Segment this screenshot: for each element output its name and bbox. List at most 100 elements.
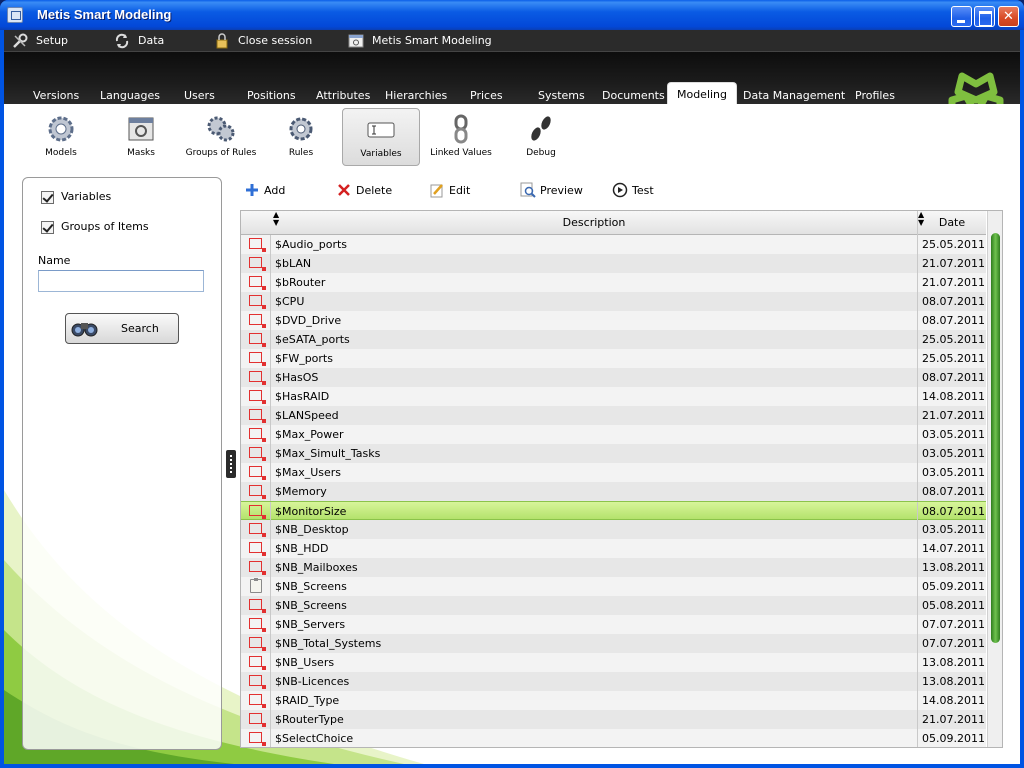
tab-modeling[interactable]: Modeling	[667, 82, 737, 104]
variable-icon	[249, 295, 266, 309]
table-row[interactable]: $NB_Desktop 03.05.2011	[241, 520, 986, 539]
table-row[interactable]: $FW_ports 25.05.2011	[241, 349, 986, 368]
row-description: $HasRAID	[275, 390, 330, 403]
panel-splitter-handle[interactable]	[226, 450, 236, 478]
row-description: $NB_Mailboxes	[275, 561, 358, 574]
table-row[interactable]: $CPU 08.07.2011	[241, 292, 986, 311]
preview-button[interactable]: Preview	[520, 181, 583, 199]
tab-systems[interactable]: Systems	[538, 88, 585, 104]
table-row[interactable]: $NB_Screens 05.08.2011	[241, 596, 986, 615]
table-row[interactable]: $bLAN 21.07.2011	[241, 254, 986, 273]
ribbon-variables-button[interactable]: Variables	[342, 108, 420, 166]
add-button[interactable]: Add	[244, 181, 285, 199]
table-row[interactable]: $NB_Screens 05.09.2011	[241, 577, 986, 596]
table-row[interactable]: $Max_Users 03.05.2011	[241, 463, 986, 482]
tab-prices[interactable]: Prices	[470, 88, 503, 104]
tab-profiles[interactable]: Profiles	[855, 88, 895, 104]
clipboard-icon	[250, 578, 262, 593]
table-row[interactable]: $NB_Mailboxes 13.08.2011	[241, 558, 986, 577]
row-type-cell	[241, 653, 271, 672]
tab-hierarchies[interactable]: Hierarchies	[385, 88, 447, 104]
search-button[interactable]: Search	[65, 313, 179, 344]
variables-checkbox[interactable]	[41, 191, 54, 204]
name-input[interactable]	[38, 270, 204, 292]
tab-documents[interactable]: Documents	[602, 88, 665, 104]
table-row[interactable]: $HasRAID 14.08.2011	[241, 387, 986, 406]
row-type-cell	[241, 672, 271, 691]
column-header-description[interactable]: Description	[271, 211, 917, 235]
row-type-cell	[241, 634, 271, 653]
table-row[interactable]: $DVD_Drive 08.07.2011	[241, 311, 986, 330]
tab-versions[interactable]: Versions	[33, 88, 79, 104]
row-type-cell	[241, 729, 271, 747]
variable-icon	[249, 505, 266, 519]
table-row[interactable]: $NB_Servers 07.07.2011	[241, 615, 986, 634]
mask-icon	[128, 117, 154, 141]
scrollbar-thumb[interactable]	[991, 233, 1000, 643]
variable-icon	[249, 599, 266, 613]
row-description: $Max_Power	[275, 428, 344, 441]
ribbon-models-button[interactable]: Models	[22, 108, 100, 166]
tab-users[interactable]: Users	[184, 88, 215, 104]
table-row[interactable]: $NB_Total_Systems 07.07.2011	[241, 634, 986, 653]
table-row[interactable]: $SelectChoice 05.09.2011	[241, 729, 986, 747]
tab-attributes[interactable]: Attributes	[316, 88, 370, 104]
tab-languages[interactable]: Languages	[100, 88, 160, 104]
tab-positions[interactable]: Positions	[247, 88, 296, 104]
table-row[interactable]: $NB_Users 13.08.2011	[241, 653, 986, 672]
table-row[interactable]: $bRouter 21.07.2011	[241, 273, 986, 292]
preview-magnifier-icon	[520, 182, 536, 198]
close-button[interactable]: ✕	[998, 6, 1019, 27]
table-row[interactable]: $RAID_Type 14.08.2011	[241, 691, 986, 710]
menu-metis[interactable]: Metis Smart Modeling	[348, 30, 492, 52]
minimize-button[interactable]	[951, 6, 972, 27]
table-row[interactable]: $NB-Licences 13.08.2011	[241, 672, 986, 691]
column-header-date[interactable]: Date	[917, 211, 986, 235]
edit-button-label: Edit	[449, 183, 471, 197]
delete-button[interactable]: Delete	[336, 181, 392, 199]
row-date: 08.07.2011	[917, 368, 986, 387]
table-row[interactable]: $Max_Simult_Tasks 03.05.2011	[241, 444, 986, 463]
module-tab-bar: Versions Languages Users Positions Attri…	[4, 52, 1020, 126]
table-row[interactable]: $HasOS 08.07.2011	[241, 368, 986, 387]
menu-close-session-label: Close session	[238, 34, 313, 47]
menu-data[interactable]: Data	[114, 30, 164, 52]
tab-data-management[interactable]: Data Management	[743, 88, 845, 104]
variable-icon	[249, 314, 266, 328]
groups-of-items-checkbox[interactable]	[41, 221, 54, 234]
app-icon[interactable]	[7, 7, 23, 23]
table-row[interactable]: $MonitorSize 08.07.2011	[241, 501, 986, 521]
variable-icon	[249, 485, 266, 499]
row-description: $Max_Users	[275, 466, 342, 479]
row-description: $NB_Total_Systems	[275, 637, 382, 650]
edit-button[interactable]: Edit	[429, 181, 470, 199]
variable-icon	[249, 238, 266, 252]
row-date: 13.08.2011	[917, 672, 986, 691]
menu-close-session[interactable]: Close session	[214, 30, 312, 52]
row-type-cell	[241, 444, 271, 463]
title-bar[interactable]: Metis Smart Modeling ✕	[0, 0, 1024, 30]
ribbon-rules-button[interactable]: Rules	[262, 108, 340, 166]
variable-icon	[249, 371, 266, 385]
table-row[interactable]: $RouterType 21.07.2011	[241, 710, 986, 729]
ribbon-linked-values-button[interactable]: Linked Values	[422, 108, 500, 166]
vertical-scrollbar[interactable]	[987, 211, 1002, 747]
maximize-button[interactable]	[974, 6, 995, 27]
variable-icon	[249, 542, 266, 556]
table-row[interactable]: $Audio_ports 25.05.2011	[241, 235, 986, 254]
row-type-cell	[241, 330, 271, 349]
row-type-cell	[241, 425, 271, 444]
table-row[interactable]: $NB_HDD 14.07.2011	[241, 539, 986, 558]
row-date: 05.09.2011	[917, 729, 986, 747]
table-row[interactable]: $Max_Power 03.05.2011	[241, 425, 986, 444]
table-row[interactable]: $LANSpeed 21.07.2011	[241, 406, 986, 425]
menu-metis-label: Metis Smart Modeling	[372, 34, 492, 47]
table-row[interactable]: $eSATA_ports 25.05.2011	[241, 330, 986, 349]
menu-setup[interactable]: Setup	[12, 30, 68, 52]
ribbon-masks-button[interactable]: Masks	[102, 108, 180, 166]
ribbon-groups-of-rules-button[interactable]: Groups of Rules	[182, 108, 260, 166]
ribbon-debug-button[interactable]: Debug	[502, 108, 580, 166]
test-button[interactable]: Test	[612, 181, 654, 199]
table-row[interactable]: $Memory 08.07.2011	[241, 482, 986, 501]
preview-button-label: Preview	[540, 183, 583, 197]
